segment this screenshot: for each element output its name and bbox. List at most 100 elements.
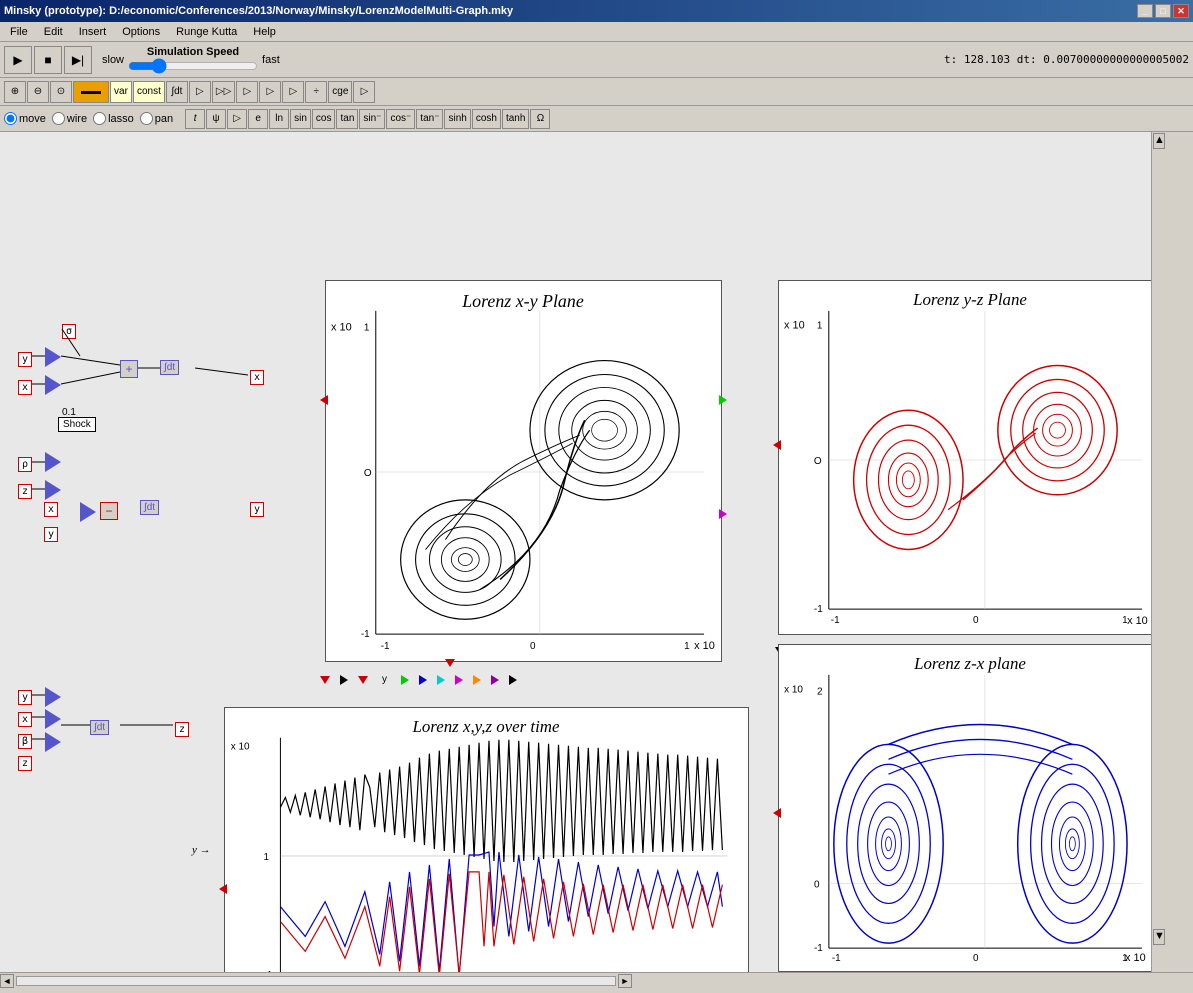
menu-bar: File Edit Insert Options Runge Kutta Hel… bbox=[0, 22, 1193, 42]
tri-red bbox=[320, 676, 330, 684]
y-output: y bbox=[250, 502, 264, 517]
svg-text:-1: -1 bbox=[814, 604, 823, 615]
arrow2-button[interactable]: ▷▷ bbox=[212, 81, 235, 103]
const-button[interactable]: const bbox=[133, 81, 165, 103]
speed-slider[interactable] bbox=[128, 58, 258, 74]
tri-orange bbox=[473, 675, 481, 685]
arrow5-button[interactable]: ▷ bbox=[282, 81, 304, 103]
svg-text:x 10: x 10 bbox=[1127, 615, 1148, 627]
integral-button[interactable]: ∫dt bbox=[166, 81, 188, 103]
mode-move[interactable]: move bbox=[4, 112, 46, 125]
svg-text:x 10: x 10 bbox=[784, 685, 803, 696]
scrollbar-right[interactable]: ▲ ▼ bbox=[1151, 132, 1165, 972]
scroll-right-button[interactable]: ► bbox=[618, 974, 632, 988]
svg-text:O: O bbox=[814, 456, 822, 467]
graph-yz-svg: Lorenz y-z Plane x 10 x 10 O 1 -1 0 1 -1 bbox=[779, 281, 1162, 634]
minimize-button[interactable]: _ bbox=[1137, 4, 1153, 18]
e-button[interactable]: e bbox=[248, 109, 268, 129]
cosh-button[interactable]: cosh bbox=[472, 109, 501, 129]
cos-button[interactable]: cos bbox=[312, 109, 336, 129]
svg-text:-1: -1 bbox=[814, 943, 823, 954]
mode-wire[interactable]: wire bbox=[52, 112, 87, 125]
tanh-button[interactable]: tanh bbox=[502, 109, 529, 129]
tri-green bbox=[401, 675, 409, 685]
graph-xy-anchor-red-left bbox=[320, 395, 328, 405]
atan-button[interactable]: tan⁻ bbox=[416, 109, 443, 129]
tri-block-4 bbox=[45, 480, 61, 500]
tri1-button[interactable]: ▷ bbox=[227, 109, 247, 129]
y-var-bot: y bbox=[18, 690, 32, 705]
tri-block-7 bbox=[45, 709, 61, 729]
arrow1-button[interactable]: ▷ bbox=[189, 81, 211, 103]
close-button[interactable]: ✕ bbox=[1173, 4, 1189, 18]
menu-insert[interactable]: Insert bbox=[71, 24, 115, 40]
cge-button[interactable]: cge bbox=[328, 81, 352, 103]
plot-button[interactable]: ▬▬ bbox=[73, 81, 109, 103]
svg-text:Lorenz x,y,z over time: Lorenz x,y,z over time bbox=[411, 717, 560, 736]
graph-xy: Lorenz x-y Plane x 10 x 10 O 1 -1 0 1 -1 bbox=[325, 280, 722, 662]
svg-text:x 10: x 10 bbox=[784, 320, 805, 332]
graph-zx: Lorenz z-x plane x 10 x 10 0 2 -1 0 1 -1 bbox=[778, 644, 1163, 972]
menu-runge-kutta[interactable]: Runge Kutta bbox=[168, 24, 245, 40]
arrow3-button[interactable]: ▷ bbox=[236, 81, 258, 103]
graph-xy-anchor-green-right bbox=[719, 395, 727, 405]
menu-options[interactable]: Options bbox=[114, 24, 168, 40]
zoom-out-button[interactable]: ⊖ bbox=[27, 81, 49, 103]
tri-black bbox=[340, 675, 348, 685]
zoom-in-button[interactable]: ⊕ bbox=[4, 81, 26, 103]
var-button[interactable]: var bbox=[110, 81, 132, 103]
svg-text:0: 0 bbox=[814, 880, 820, 891]
main-canvas[interactable]: Lorenz x-y Plane x 10 x 10 O 1 -1 0 1 -1 bbox=[0, 132, 1179, 972]
horizontal-scrollbar[interactable] bbox=[16, 976, 616, 986]
x-var-bot: x bbox=[18, 712, 32, 727]
svg-text:1: 1 bbox=[1122, 615, 1128, 626]
mode-pan[interactable]: pan bbox=[140, 112, 173, 125]
special-button[interactable]: Ω bbox=[530, 109, 550, 129]
sigma-var: σ bbox=[62, 324, 76, 339]
svg-text:x 10: x 10 bbox=[331, 322, 352, 334]
menu-help[interactable]: Help bbox=[245, 24, 284, 40]
time-display: t: 128.103 dt: 0.00700000000000005002 bbox=[944, 53, 1189, 66]
graph-xy-anchor-magenta-right bbox=[719, 509, 727, 519]
step-button[interactable]: ▶| bbox=[64, 46, 92, 74]
toolbar1: ▶ ■ ▶| slow Simulation Speed fast t: 128… bbox=[0, 42, 1193, 78]
ln-button[interactable]: ln bbox=[269, 109, 289, 129]
z-output: z bbox=[175, 722, 189, 737]
int-block-bot: ∫dt bbox=[90, 720, 109, 735]
toolbar3: move wire lasso pan t ψ ▷ e ln sin cos t… bbox=[0, 106, 1193, 132]
tan-button[interactable]: tan bbox=[336, 109, 358, 129]
stop-button[interactable]: ■ bbox=[34, 46, 62, 74]
scroll-left-button[interactable]: ◄ bbox=[0, 974, 14, 988]
sin-button[interactable]: sin bbox=[290, 109, 311, 129]
menu-file[interactable]: File bbox=[2, 24, 36, 40]
mode-lasso[interactable]: lasso bbox=[93, 112, 134, 125]
y-var-upper: y bbox=[18, 352, 32, 367]
acos-button[interactable]: cos⁻ bbox=[386, 109, 415, 129]
scroll-down-button[interactable]: ▼ bbox=[1153, 929, 1165, 945]
graph-time: Lorenz x,y,z over time x 100 x 10 1 -1 0… bbox=[224, 707, 749, 972]
graph-yz-anchor-red bbox=[773, 440, 781, 450]
arrow4-button[interactable]: ▷ bbox=[259, 81, 281, 103]
maximize-button[interactable]: □ bbox=[1155, 4, 1171, 18]
svg-text:Lorenz z-x plane: Lorenz z-x plane bbox=[913, 654, 1026, 673]
tri-magenta bbox=[455, 675, 463, 685]
svg-text:-1: -1 bbox=[831, 615, 840, 626]
asin-button[interactable]: sin⁻ bbox=[359, 109, 385, 129]
svg-text:-1: -1 bbox=[361, 629, 370, 640]
play-button[interactable]: ▶ bbox=[4, 46, 32, 74]
t-button[interactable]: t bbox=[185, 109, 205, 129]
divide-button[interactable]: ÷ bbox=[305, 81, 327, 103]
graph-yz-title: Lorenz y-z Plane bbox=[912, 290, 1027, 309]
svg-text:-1: -1 bbox=[264, 970, 273, 972]
menu-edit[interactable]: Edit bbox=[36, 24, 71, 40]
arrow6-button[interactable]: ▷ bbox=[353, 81, 375, 103]
sinh-button[interactable]: sinh bbox=[444, 109, 470, 129]
psi-button[interactable]: ψ bbox=[206, 109, 226, 129]
tri-block-2 bbox=[45, 375, 61, 395]
x-var-lower: x bbox=[44, 502, 58, 517]
svg-text:x 10: x 10 bbox=[694, 640, 715, 652]
svg-text:-1: -1 bbox=[381, 641, 390, 652]
scroll-up-button[interactable]: ▲ bbox=[1153, 133, 1165, 149]
tri-cyan bbox=[437, 675, 445, 685]
zoom-reset-button[interactable]: ⊙ bbox=[50, 81, 72, 103]
